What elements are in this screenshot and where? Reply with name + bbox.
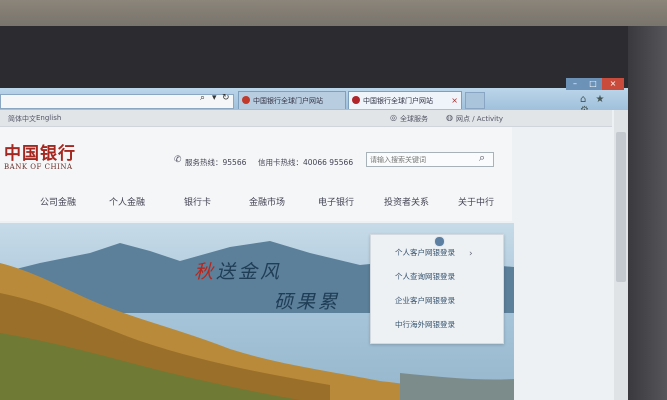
globe-icon: ◎ xyxy=(390,113,397,122)
banner-slogan-1: 秋送金风 xyxy=(194,257,282,284)
address-bar[interactable] xyxy=(0,94,234,109)
web-page: 简体中文 English ◎ 全球服务 ◍ 网点 / Activity 中国银行… xyxy=(0,110,628,400)
new-tab-button[interactable] xyxy=(465,92,485,109)
minimize-button[interactable]: – xyxy=(566,78,584,90)
close-tab-icon[interactable]: × xyxy=(451,92,458,109)
branch-link[interactable]: 网点 / Activity xyxy=(456,114,503,124)
login-enterprise-client[interactable]: 企业客户网银登录 xyxy=(395,295,455,306)
nav-personal-banking[interactable]: 个人金融 xyxy=(109,195,145,208)
tab-label: 中国银行全球门户网站 xyxy=(363,97,433,105)
online-banking-login-menu: 个人客户网银登录 › 个人查询网银登录 企业客户网银登录 中行海外网银登录 xyxy=(370,234,504,344)
scrollbar-thumb[interactable] xyxy=(616,132,626,282)
tab-favicon xyxy=(242,96,250,104)
utility-bar: 简体中文 English ◎ 全球服务 ◍ 网点 / Activity xyxy=(0,110,612,127)
favorites-icon[interactable]: ★ xyxy=(596,94,605,105)
chevron-right-icon: › xyxy=(469,249,473,259)
dropdown-icon[interactable]: ▾ xyxy=(212,93,217,103)
phone-icon: ✆ xyxy=(174,155,182,165)
nav-bank-card[interactable]: 银行卡 xyxy=(184,195,211,208)
banner-slogan-2: 硕果累 xyxy=(274,291,341,313)
credit-card-hotline: 信用卡热线：40066 95566 xyxy=(258,158,354,167)
browser-tab-1[interactable]: 中国银行全球门户网站 xyxy=(238,91,346,109)
browser-chrome: ⌕ ▾ ↻ 中国银行全球门户网站 中国银行全球门户网站 × ⌂ ★ ⚙ xyxy=(0,88,628,116)
nav-corporate-banking[interactable]: 公司金融 xyxy=(40,195,76,208)
home-icon[interactable]: ⌂ xyxy=(580,94,586,105)
service-hotline: 服务热线：95566 xyxy=(185,158,247,167)
login-overseas[interactable]: 中行海外网银登录 xyxy=(395,319,455,330)
bank-logo-english: BANK OF CHINA xyxy=(4,163,73,171)
monitor-bezel-right xyxy=(628,26,667,400)
screen: ⌕ ▾ ↻ 中国银行全球门户网站 中国银行全球门户网站 × ⌂ ★ ⚙ 简体中文… xyxy=(0,88,628,400)
nav-e-banking[interactable]: 电子银行 xyxy=(318,195,354,208)
login-personal-query[interactable]: 个人查询网银登录 xyxy=(395,271,455,282)
tab-favicon xyxy=(352,96,360,104)
location-icon: ◍ xyxy=(446,113,453,122)
search-icon[interactable]: ⌕ xyxy=(479,151,485,165)
mouse-cursor xyxy=(434,236,445,247)
nav-investor-relations[interactable]: 投资者关系 xyxy=(384,195,429,208)
global-service-link[interactable]: 全球服务 xyxy=(400,114,428,124)
maximize-button[interactable]: □ xyxy=(584,78,602,90)
lang-chinese-link[interactable]: 简体中文 xyxy=(8,114,36,124)
tab-label: 中国银行全球门户网站 xyxy=(253,97,323,105)
lang-english-link[interactable]: English xyxy=(36,114,61,122)
search-icon[interactable]: ⌕ xyxy=(200,93,205,103)
close-window-button[interactable]: × xyxy=(602,78,624,90)
bank-logo[interactable]: 中国银行 xyxy=(4,139,76,164)
nav-financial-markets[interactable]: 金融市场 xyxy=(249,195,285,208)
login-personal-client[interactable]: 个人客户网银登录 xyxy=(395,247,455,258)
refresh-icon[interactable]: ↻ xyxy=(222,93,230,103)
browser-tab-2[interactable]: 中国银行全球门户网站 × xyxy=(348,91,462,109)
main-nav: 公司金融 个人金融 银行卡 金融市场 电子银行 投资者关系 关于中行 xyxy=(0,185,512,215)
slogan-highlight: 秋 xyxy=(194,261,217,283)
slogan-text: 送金风 xyxy=(216,261,283,283)
nav-about-boc[interactable]: 关于中行 xyxy=(458,195,494,208)
site-header: 中国银行 BANK OF CHINA ✆ 服务热线：95566 信用卡热线：40… xyxy=(0,127,512,221)
search-input[interactable] xyxy=(366,152,494,167)
